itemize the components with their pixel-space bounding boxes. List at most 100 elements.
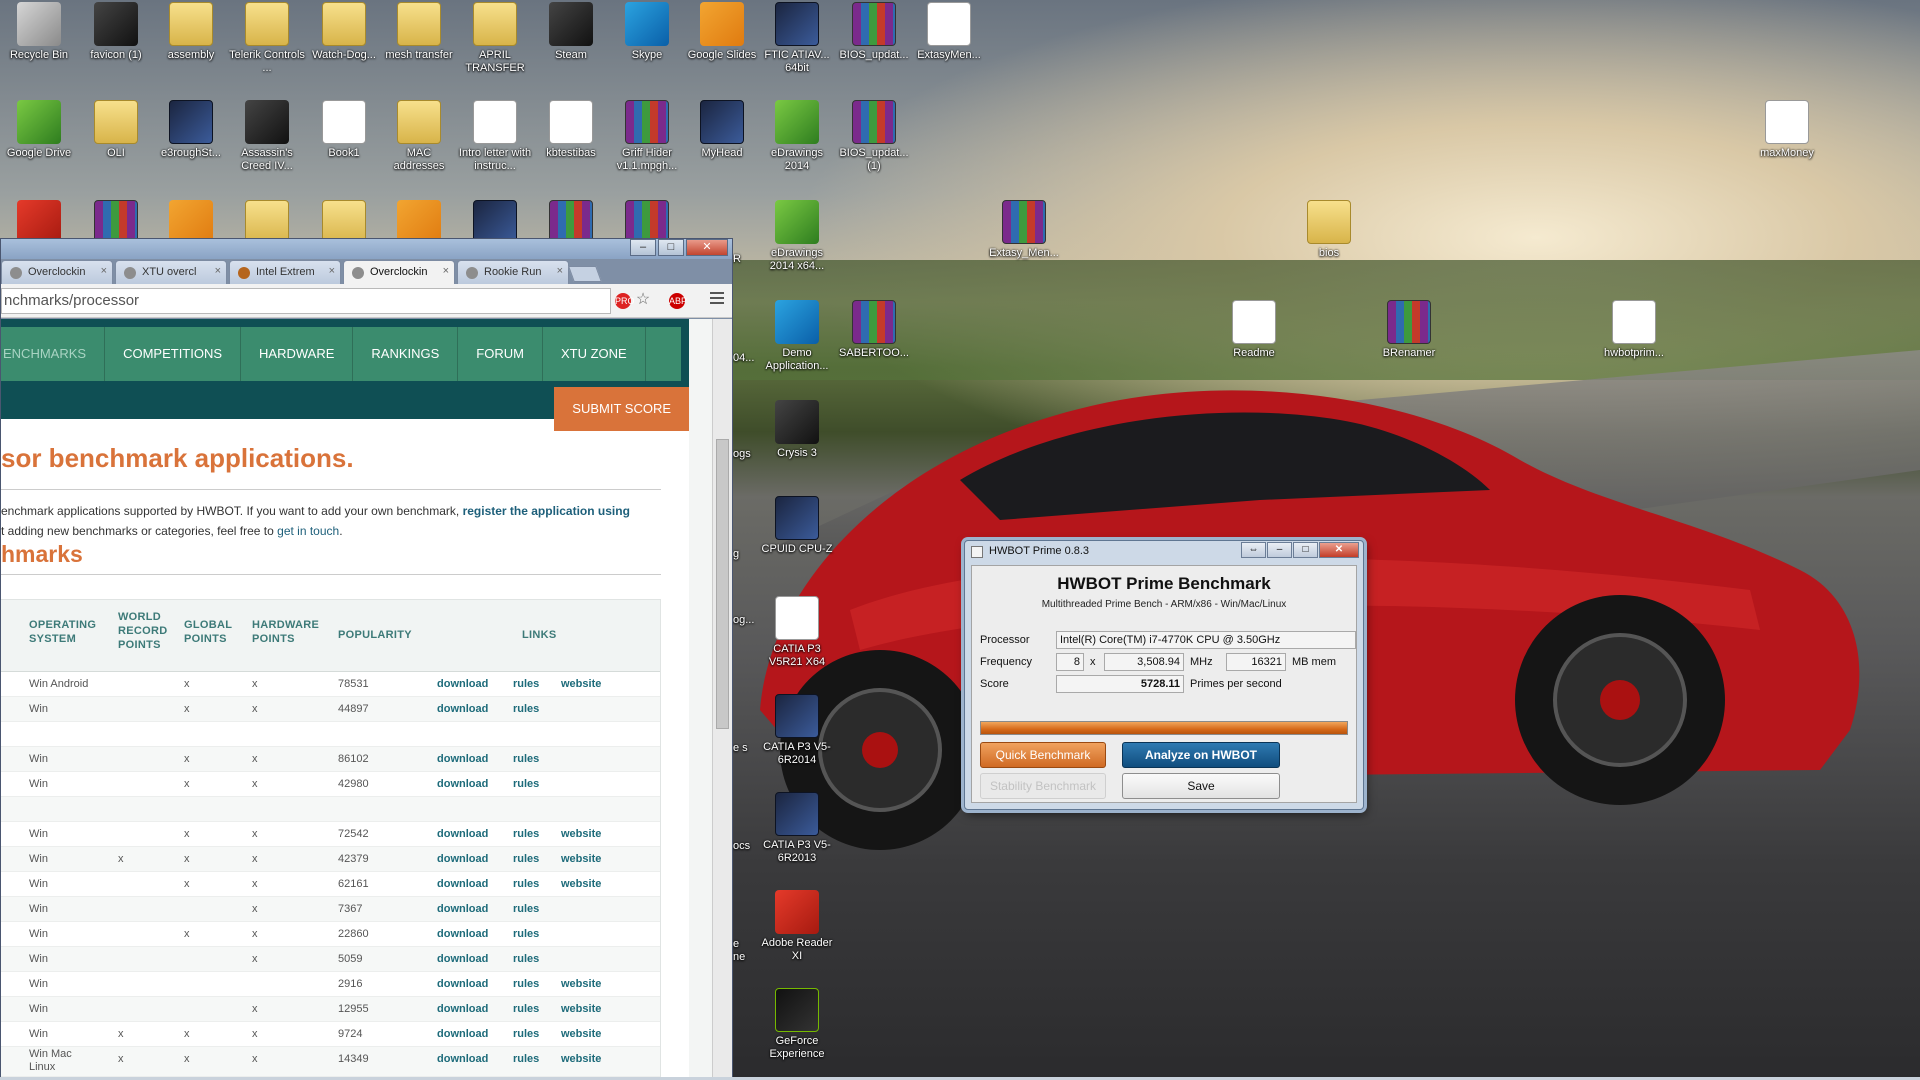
desktop-icon[interactable]: Assassin's Creed IV... [228, 100, 306, 173]
desktop-icon[interactable]: mesh transfer [380, 2, 458, 62]
download-link[interactable]: download [437, 678, 488, 690]
maximize-button[interactable]: □ [658, 239, 684, 256]
rules-link[interactable]: rules [513, 903, 539, 915]
desktop-icon[interactable]: Telerik Controls ... [228, 2, 306, 75]
nav-item[interactable]: HARDWARE [241, 327, 354, 381]
chrome-menu-icon[interactable] [710, 292, 724, 306]
bookmark-star-icon[interactable]: ☆ [635, 292, 651, 309]
desktop-icon[interactable]: CATIA P3 V5-6R2013 [758, 792, 836, 865]
submit-score-button[interactable]: SUBMIT SCORE [554, 387, 689, 431]
rules-link[interactable]: rules [513, 1053, 539, 1065]
desktop-icon[interactable]: Adobe Reader XI [758, 890, 836, 963]
rules-link[interactable]: rules [513, 828, 539, 840]
desktop-icon[interactable]: BIOS_updat... [835, 2, 913, 62]
desktop-icon[interactable]: Google Drive [0, 100, 78, 160]
tab-close-icon[interactable]: × [215, 265, 221, 277]
download-link[interactable]: download [437, 1053, 488, 1065]
desktop-icon[interactable]: GeForce Experience [758, 988, 836, 1061]
minimize-button[interactable]: – [630, 239, 656, 256]
browser-tab[interactable]: Rookie Run × [457, 260, 569, 284]
rules-link[interactable]: rules [513, 703, 539, 715]
nav-item[interactable]: COMPETITIONS [105, 327, 242, 381]
desktop-icon[interactable]: Griff Hider v1.1.mpgh... [608, 100, 686, 173]
desktop-icon-label-partial[interactable]: R [733, 253, 753, 266]
rules-link[interactable]: rules [513, 778, 539, 790]
nav-item[interactable]: XTU ZONE [543, 327, 646, 381]
scrollbar-thumb[interactable] [716, 439, 729, 729]
browser-titlebar[interactable]: – □ ✕ [1, 239, 732, 259]
address-bar[interactable]: nchmarks/processor [1, 288, 611, 314]
desktop-icon[interactable]: favicon (1) [77, 2, 155, 62]
website-link[interactable]: website [561, 678, 601, 690]
desktop-icon-label-partial[interactable]: ogs [733, 448, 753, 461]
desktop-icon-label-partial[interactable]: g [733, 548, 753, 561]
adblock-icon[interactable]: ABP [669, 293, 687, 309]
register-link[interactable]: register the application using [463, 504, 630, 518]
desktop-icon[interactable]: OLI [77, 100, 155, 160]
download-link[interactable]: download [437, 753, 488, 765]
close-button[interactable]: ✕ [686, 239, 728, 256]
desktop-icon[interactable]: Steam [532, 2, 610, 62]
desktop-icon[interactable]: Crysis 3 [758, 400, 836, 460]
desktop-icon-label-partial[interactable]: og... [733, 614, 754, 627]
download-link[interactable]: download [437, 778, 488, 790]
website-link[interactable]: website [561, 1028, 601, 1040]
nav-item[interactable]: ENCHMARKS [1, 327, 106, 381]
rules-link[interactable]: rules [513, 953, 539, 965]
tab-close-icon[interactable]: × [443, 265, 449, 277]
rules-link[interactable]: rules [513, 678, 539, 690]
desktop-icon[interactable]: Intro letter with instruc... [456, 100, 534, 173]
page-scrollbar[interactable] [712, 319, 732, 1079]
desktop-icon[interactable]: Readme [1215, 300, 1293, 360]
desktop-icon[interactable]: MyHead [683, 100, 761, 160]
desktop-icon[interactable]: Skype [608, 2, 686, 62]
desktop-icon[interactable]: bios [1290, 200, 1368, 260]
download-link[interactable]: download [437, 903, 488, 915]
desktop-icon[interactable]: ExtasyMen... [910, 2, 988, 62]
rules-link[interactable]: rules [513, 1028, 539, 1040]
desktop-icon[interactable]: SABERTOO... [835, 300, 913, 360]
desktop-icon[interactable]: e3roughSt... [152, 100, 230, 160]
desktop-icon[interactable]: FTIC ATIAV... 64bit [758, 2, 836, 75]
website-link[interactable]: website [561, 1003, 601, 1015]
desktop-icon[interactable]: eDrawings 2014 x64... [758, 200, 836, 273]
download-link[interactable]: download [437, 1028, 488, 1040]
desktop-icon-label-partial[interactable]: e ne [733, 938, 753, 964]
download-link[interactable]: download [437, 828, 488, 840]
download-link[interactable]: download [437, 703, 488, 715]
desktop-icon[interactable]: maxMoney [1748, 100, 1826, 160]
desktop-icon[interactable]: Recycle Bin [0, 2, 78, 62]
tab-close-icon[interactable]: × [329, 265, 335, 277]
desktop-icon[interactable]: Watch-Dog... [305, 2, 383, 62]
download-link[interactable]: download [437, 853, 488, 865]
rules-link[interactable]: rules [513, 1003, 539, 1015]
desktop-icon[interactable]: kbtestibas [532, 100, 610, 160]
get-in-touch-link[interactable]: get in touch [277, 524, 339, 538]
website-link[interactable]: website [561, 828, 601, 840]
rules-link[interactable]: rules [513, 928, 539, 940]
desktop-icon[interactable]: APRIL TRANSFER [456, 2, 534, 75]
rules-link[interactable]: rules [513, 878, 539, 890]
resize-button[interactable]: ⇔ [1241, 542, 1266, 558]
new-tab-button[interactable] [568, 266, 602, 282]
desktop-icon[interactable]: Extasy_Men... [985, 200, 1063, 260]
desktop-icon[interactable]: CPUID CPU-Z [758, 496, 836, 556]
tab-close-icon[interactable]: × [101, 265, 107, 277]
stability-benchmark-button[interactable]: Stability Benchmark [980, 773, 1106, 799]
pro-extension-icon[interactable]: PRO [615, 293, 635, 309]
desktop-icon[interactable]: assembly [152, 2, 230, 62]
browser-tab[interactable]: XTU overcl × [115, 260, 227, 284]
save-button[interactable]: Save [1122, 773, 1280, 799]
desktop-icon[interactable]: CATIA P3 V5-6R2014 [758, 694, 836, 767]
download-link[interactable]: download [437, 978, 488, 990]
nav-item[interactable]: RANKINGS [353, 327, 459, 381]
desktop-icon[interactable]: CATIA P3 V5R21 X64 [758, 596, 836, 669]
desktop-icon-label-partial[interactable]: e s [733, 742, 753, 755]
download-link[interactable]: download [437, 928, 488, 940]
desktop-icon[interactable]: Book1 [305, 100, 383, 160]
desktop-icon-label-partial[interactable]: 04... [733, 352, 754, 365]
desktop-icon[interactable]: MAC addresses [380, 100, 458, 173]
desktop-icon[interactable]: BRenamer [1370, 300, 1448, 360]
rules-link[interactable]: rules [513, 853, 539, 865]
desktop-icon[interactable]: hwbotprim... [1595, 300, 1673, 360]
